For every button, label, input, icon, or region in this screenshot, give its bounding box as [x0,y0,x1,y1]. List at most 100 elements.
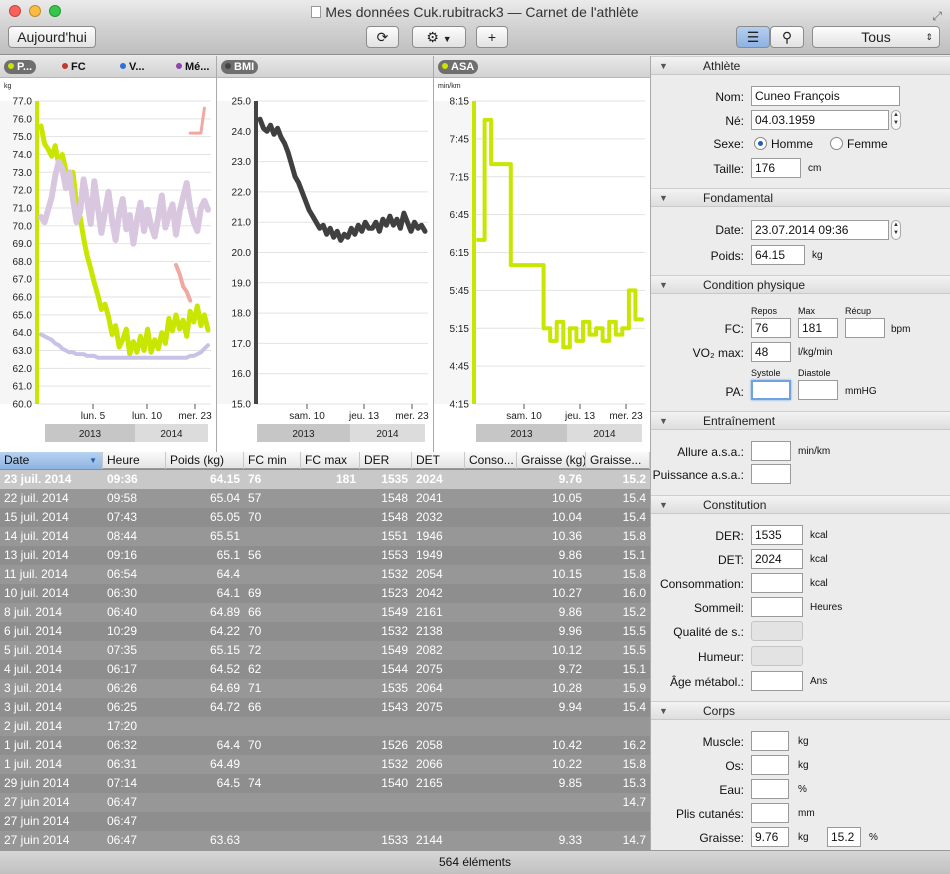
table-row[interactable]: 27 juin 2014 06:47 14.7 [0,793,650,812]
column-header[interactable]: FC max [301,452,360,469]
y-tick-label: 23.0 [232,157,252,168]
vo2-field[interactable]: 48 [751,342,791,362]
table-cell: 64.5 [216,776,240,790]
add-button[interactable]: + [476,26,508,48]
table-cell: 07:35 [107,643,138,657]
diastolic-field[interactable] [798,380,838,400]
hr-rest-field[interactable]: 76 [751,318,791,338]
weight-field[interactable]: 64.15 [751,245,805,265]
section-fundamental[interactable]: ▼ Fondamental [651,188,950,207]
power-field[interactable] [751,464,791,484]
zoom-window-button[interactable] [49,5,61,17]
today-button[interactable]: Aujourd'hui [8,26,96,48]
table-row[interactable]: 6 juil. 2014 10:29 64.22 70 1532 2138 9.96 15.5 [0,622,650,641]
table-row[interactable]: 27 juin 2014 06:47 [0,812,650,831]
series-toggle[interactable]: Mé... [172,60,213,74]
table-cell [301,546,356,565]
table-row[interactable]: 10 juil. 2014 06:30 64.1 69 1523 2042 10.27 16.… [0,584,650,603]
table-cell: 64.22 [209,624,240,638]
metabolic-age-field[interactable] [751,671,803,691]
column-header[interactable]: Graisse... [586,452,650,469]
section-title: Condition physique [703,278,806,292]
series-toggle[interactable]: BMI [221,60,259,74]
table-row[interactable]: 11 juil. 2014 06:54 64.4 1532 2054 10.15 15.8 [0,565,650,584]
born-field[interactable]: 04.03.1959 [751,110,889,130]
column-header[interactable]: FC min [244,452,301,469]
refresh-button[interactable]: ⟳ [366,26,399,48]
action-menu-button[interactable]: ⚙ ▼ [412,26,466,48]
table-cell [301,660,356,679]
window-titlebar: Mes données Cuk.rubitrack3 — Carnet de l… [0,0,950,24]
column-header[interactable]: Poids (kg) [166,452,244,469]
pace-field[interactable] [751,441,791,461]
bone-field[interactable] [751,755,789,775]
filter-select[interactable]: Tous ⇕ [812,26,940,48]
minimize-window-button[interactable] [29,5,41,17]
fat-kg-field[interactable]: 9.76 [751,827,789,847]
hr-recovery-field[interactable] [845,318,885,338]
female-radio[interactable] [830,137,843,150]
column-header[interactable]: DER [360,452,412,469]
section-athlete[interactable]: ▼ Athlète [651,56,950,75]
born-stepper[interactable]: ▲ ▼ [891,110,901,130]
table-cell [586,812,646,831]
close-window-button[interactable] [9,5,21,17]
series-toggle[interactable]: ASA [438,60,479,74]
section-constitution[interactable]: ▼ Constitution [651,495,950,514]
height-field[interactable]: 176 [751,158,801,178]
table-row[interactable]: 4 juil. 2014 06:17 64.52 62 1544 2075 9.72 15.1 [0,660,650,679]
weight-chart[interactable]: 77.0 76.0 75.0 74.0 73.0 72.0 71.0 70.0 69.0 68.0… [0,78,216,452]
table-row[interactable]: 29 juin 2014 07:14 64.5 74 1540 2165 9.85 15.3 [0,774,650,793]
table-row[interactable]: 13 juil. 2014 09:16 65.1 56 1553 1949 9.86 15.1 [0,546,650,565]
sleep-quality-field[interactable] [751,621,803,641]
table-row[interactable]: 8 juil. 2014 06:40 64.89 66 1549 2161 9.86 15.2 [0,603,650,622]
table-row[interactable]: 1 juil. 2014 06:32 64.4 70 1526 2058 10.42 16.2 [0,736,650,755]
table-row[interactable]: 15 juil. 2014 07:43 65.05 70 1548 2032 10.04 15… [0,508,650,527]
series-toggle[interactable]: FC [58,60,90,74]
date-field[interactable]: 23.07.2014 09:36 [751,220,889,240]
date-stepper[interactable]: ▲ ▼ [891,220,901,240]
data-table[interactable]: Date ▼ Heure Poids (kg) FC min FC max DER DET Co… [0,452,650,850]
det-field[interactable]: 2024 [751,549,803,569]
table-row[interactable]: 3 juil. 2014 06:25 64.72 66 1543 2075 9.94 15.4 [0,698,650,717]
section-body[interactable]: ▼ Corps [651,701,950,720]
male-radio[interactable] [754,137,767,150]
name-field[interactable]: Cuneo François [751,86,900,106]
der-field[interactable]: 1535 [751,525,803,545]
column-header[interactable]: Heure [103,452,166,469]
water-field[interactable] [751,779,789,799]
table-cell [360,812,408,831]
table-cell: 23 juil. 2014 [4,472,72,486]
table-row[interactable]: 23 juil. 2014 09:36 64.15 76 181 1535 2024 9.76… [0,470,650,489]
table-row[interactable]: 14 juil. 2014 08:44 65.51 1551 1946 10.36 15.8 [0,527,650,546]
hr-max-field[interactable]: 181 [798,318,838,338]
bmi-chart[interactable]: 25.0 24.0 23.0 22.0 21.0 20.0 19.0 18.0 17.0 16.0… [217,78,433,452]
table-row[interactable]: 2 juil. 2014 17:20 [0,717,650,736]
column-header[interactable]: Date ▼ [0,452,103,469]
bone-unit: kg [798,760,809,771]
table-row[interactable]: 5 juil. 2014 07:35 65.15 72 1549 2082 10.12 15.… [0,641,650,660]
column-header[interactable]: DET [412,452,465,469]
column-header[interactable]: Conso... [465,452,517,469]
table-row[interactable]: 1 juil. 2014 06:31 64.49 1532 2066 10.22 15.8 [0,755,650,774]
table-row[interactable]: 3 juil. 2014 06:26 64.69 71 1535 2064 10.28 15.… [0,679,650,698]
table-cell: 9.85 [558,776,582,790]
table-row[interactable]: 27 juin 2014 06:47 63.63 1533 2144 9.33 14.7 [0,831,650,850]
fat-pct-field[interactable]: 15.2 [827,827,861,847]
table-row[interactable]: 22 juil. 2014 09:58 65.04 57 1548 2041 10.05 15… [0,489,650,508]
series-toggle[interactable]: V... [116,60,149,74]
consumption-field[interactable] [751,573,803,593]
mood-field[interactable] [751,646,803,666]
series-toggle[interactable]: P... [4,60,37,74]
table-cell: 06:47 [107,814,138,828]
skinfold-field[interactable] [751,803,789,823]
section-condition[interactable]: ▼ Condition physique [651,275,950,294]
column-header[interactable]: Graisse (kg) [517,452,586,469]
search-button[interactable]: ⚲ [770,26,804,48]
section-training[interactable]: ▼ Entraînement [651,411,950,430]
sleep-field[interactable] [751,597,803,617]
muscle-field[interactable] [751,731,789,751]
systolic-field[interactable] [751,380,791,400]
asa-chart[interactable]: 8:15 7:45 7:15 6:45 6:15 5:45 5:15 4:45 4:15 min/… [434,78,650,452]
list-view-button[interactable]: ☰ [736,26,770,48]
